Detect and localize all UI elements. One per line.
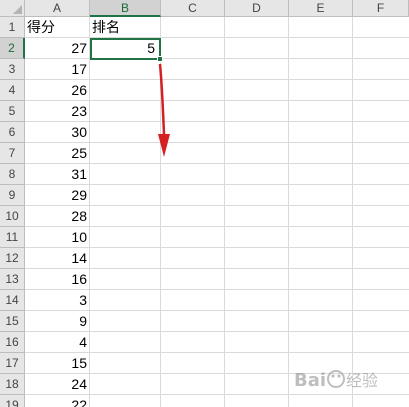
cell-a15[interactable]: 9 [25,311,89,331]
row-header-7[interactable]: 7 [0,143,25,164]
cell-a1[interactable]: 得分 [25,17,89,37]
cell-a14[interactable]: 3 [25,290,89,310]
row-header-13[interactable]: 13 [0,269,25,290]
row-header-5[interactable]: 5 [0,101,25,122]
column-header-a[interactable]: A [25,0,90,17]
cell-b1[interactable]: 排名 [90,17,160,37]
cell-a6[interactable]: 30 [25,122,89,142]
column-header-f[interactable]: F [353,0,409,17]
row-header-14[interactable]: 14 [0,290,25,311]
row-header-18[interactable]: 18 [0,374,25,395]
cell-a5[interactable]: 23 [25,101,89,121]
spreadsheet: A B C D E F 1 2 3 4 5 6 7 8 9 10 11 12 1… [0,0,409,407]
svg-text:经验: 经验 [346,371,378,390]
row-header-8[interactable]: 8 [0,164,25,185]
cell-a18[interactable]: 24 [25,374,89,394]
cell-a10[interactable]: 28 [25,206,89,226]
svg-text:Bai: Bai [294,370,326,391]
cell-a7[interactable]: 25 [25,143,89,163]
row-header-4[interactable]: 4 [0,80,25,101]
row-header-2[interactable]: 2 [0,38,25,59]
row-header-6[interactable]: 6 [0,122,25,143]
row-header-11[interactable]: 11 [0,227,25,248]
column-header-e[interactable]: E [289,0,353,17]
active-cell-selection[interactable] [90,38,161,60]
column-header-c[interactable]: C [161,0,225,17]
row-header-1[interactable]: 1 [0,17,25,38]
cell-a11[interactable]: 10 [25,227,89,247]
cell-a19[interactable]: 22 [25,395,89,407]
baidu-jingyan-watermark-icon: Bai 经验 [294,370,378,391]
row-header-16[interactable]: 16 [0,332,25,353]
row-header-19[interactable]: 19 [0,395,25,407]
cell-a17[interactable]: 15 [25,353,89,373]
row-header-3[interactable]: 3 [0,59,25,80]
cell-a13[interactable]: 16 [25,269,89,289]
row-header-9[interactable]: 9 [0,185,25,206]
row-header-12[interactable]: 12 [0,248,25,269]
cell-a2[interactable]: 27 [25,38,89,58]
cell-a4[interactable]: 26 [25,80,89,100]
cell-a9[interactable]: 29 [25,185,89,205]
fill-handle[interactable] [157,56,163,62]
row-header-10[interactable]: 10 [0,206,25,227]
cell-a12[interactable]: 14 [25,248,89,268]
cell-a16[interactable]: 4 [25,332,89,352]
row-header-17[interactable]: 17 [0,353,25,374]
column-header-d[interactable]: D [225,0,289,17]
column-header-b[interactable]: B [90,0,161,17]
select-all-button[interactable] [0,0,25,17]
cell-a3[interactable]: 17 [25,59,89,79]
cell-a8[interactable]: 31 [25,164,89,184]
row-header-15[interactable]: 15 [0,311,25,332]
